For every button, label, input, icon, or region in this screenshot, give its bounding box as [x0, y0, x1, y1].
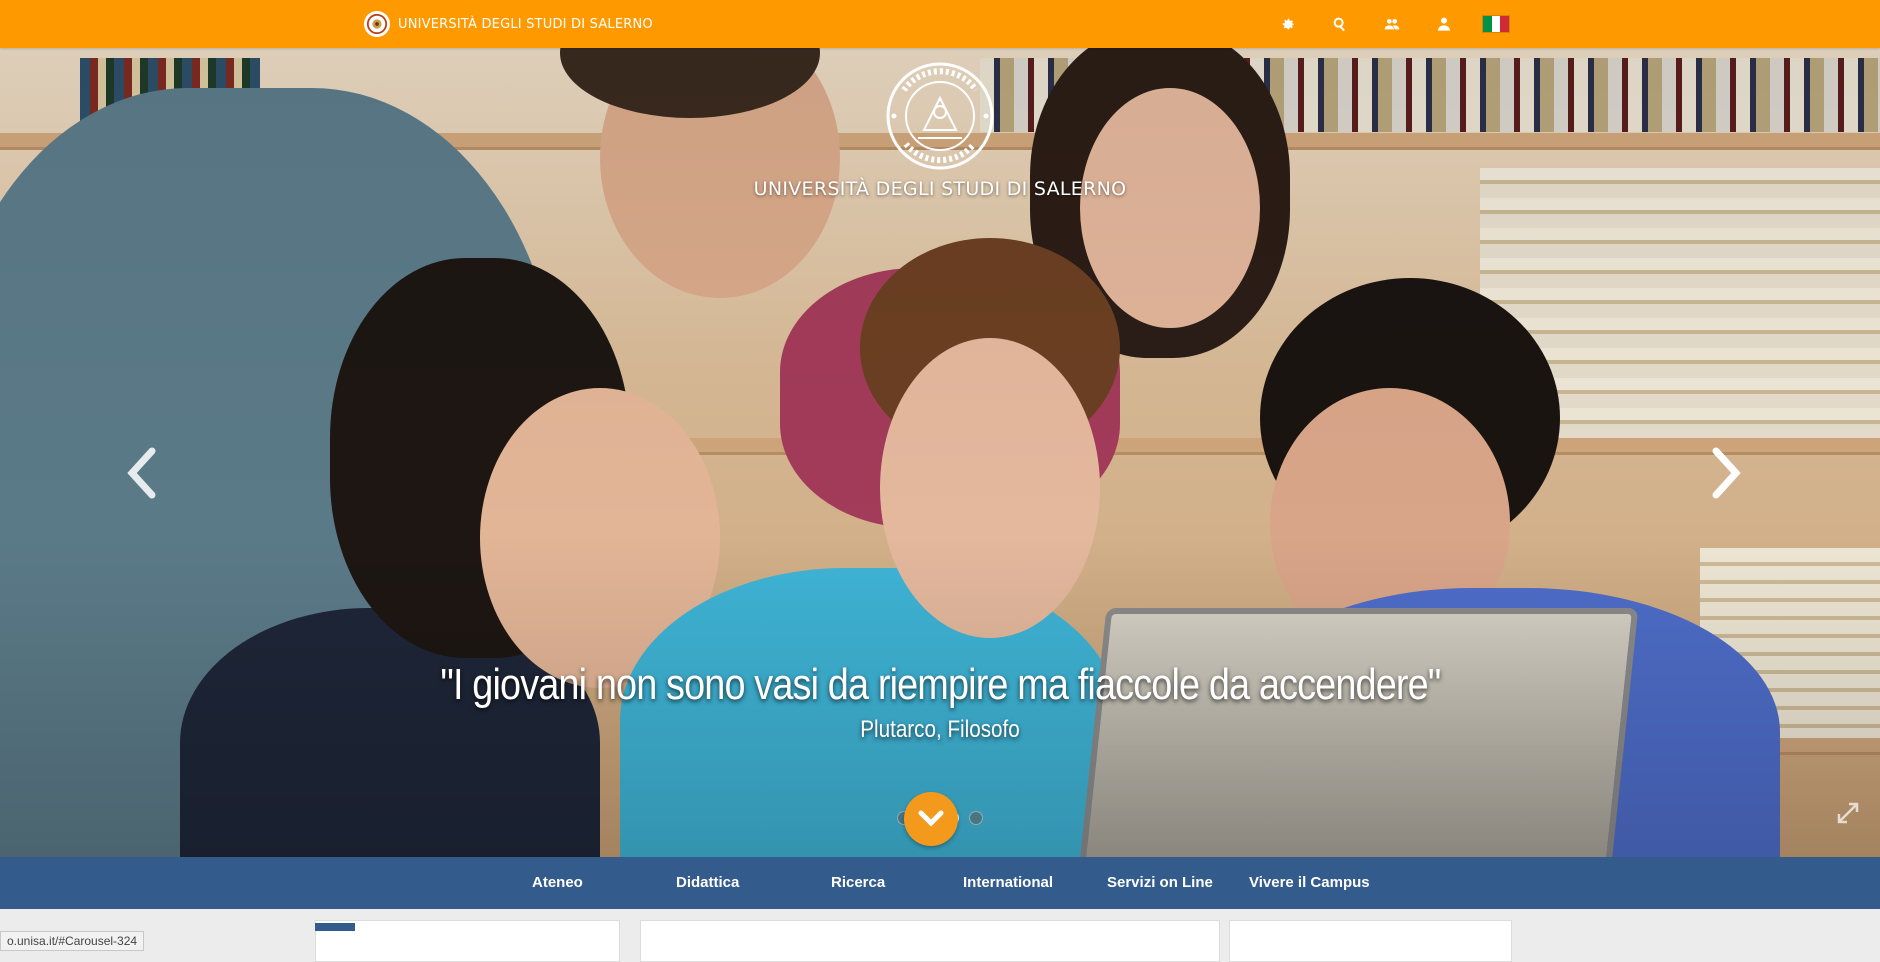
- nav-item-servizi-on-line[interactable]: Servizi on Line: [1107, 874, 1213, 891]
- italian-flag-icon: [1482, 15, 1510, 33]
- browser-status-url: o.unisa.it/#Carousel-324: [0, 931, 145, 951]
- content-panel-news: [315, 920, 620, 962]
- nav-item-didattica[interactable]: Didattica: [676, 874, 739, 891]
- university-emblem-icon: [884, 60, 996, 172]
- hero-title: UNIVERSITÀ DEGLI STUDI DI SALERNO: [753, 178, 1127, 200]
- university-seal-icon: [364, 11, 390, 37]
- community-button[interactable]: [1366, 12, 1418, 36]
- top-icons: [1262, 12, 1522, 36]
- nav-item-vivere-il-campus[interactable]: Vivere il Campus: [1249, 874, 1370, 891]
- brand-name: UNIVERSITÀ DEGLI STUDI DI SALERNO: [398, 16, 653, 32]
- nav-item-ateneo[interactable]: Ateneo: [532, 874, 583, 891]
- gear-icon: [1282, 18, 1294, 30]
- brand-link[interactable]: UNIVERSITÀ DEGLI STUDI DI SALERNO: [364, 10, 653, 38]
- carousel-next-button[interactable]: [1706, 443, 1746, 503]
- top-bar: UNIVERSITÀ DEGLI STUDI DI SALERNO: [0, 0, 1880, 48]
- main-navigation: Ateneo Didattica Ricerca International S…: [0, 857, 1880, 909]
- content-panel-right: [1229, 920, 1512, 962]
- hero-logo: UNIVERSITÀ DEGLI STUDI DI SALERNO: [0, 60, 1880, 200]
- chevron-down-icon: [918, 810, 944, 827]
- settings-button[interactable]: [1262, 12, 1314, 36]
- login-button[interactable]: [1418, 12, 1470, 36]
- chevron-left-icon: [127, 447, 156, 499]
- user-icon: [1438, 17, 1450, 31]
- carousel-prev-button[interactable]: [122, 443, 162, 503]
- nav-item-ricerca[interactable]: Ricerca: [831, 874, 885, 891]
- caption-quote: "I giovani non sono vasi da riempire ma …: [439, 660, 1441, 709]
- panel-tab-accent: [315, 923, 355, 931]
- language-button[interactable]: [1470, 12, 1522, 36]
- search-button[interactable]: [1314, 12, 1366, 36]
- content-panel-center: [640, 920, 1220, 962]
- hero-carousel: UNIVERSITÀ DEGLI STUDI DI SALERNO "I gio…: [0, 48, 1880, 858]
- expand-icon: [1837, 802, 1859, 824]
- carousel-caption: "I giovani non sono vasi da riempire ma …: [0, 660, 1880, 744]
- carousel-indicator-4[interactable]: [969, 811, 983, 825]
- fullscreen-button[interactable]: [1835, 800, 1861, 826]
- users-icon: [1384, 19, 1400, 30]
- search-icon: [1333, 17, 1345, 32]
- scroll-down-button[interactable]: [904, 792, 958, 846]
- caption-author: Plutarco, Filosofo: [860, 716, 1020, 743]
- chevron-right-icon: [1712, 447, 1741, 499]
- nav-item-international[interactable]: International: [963, 874, 1053, 891]
